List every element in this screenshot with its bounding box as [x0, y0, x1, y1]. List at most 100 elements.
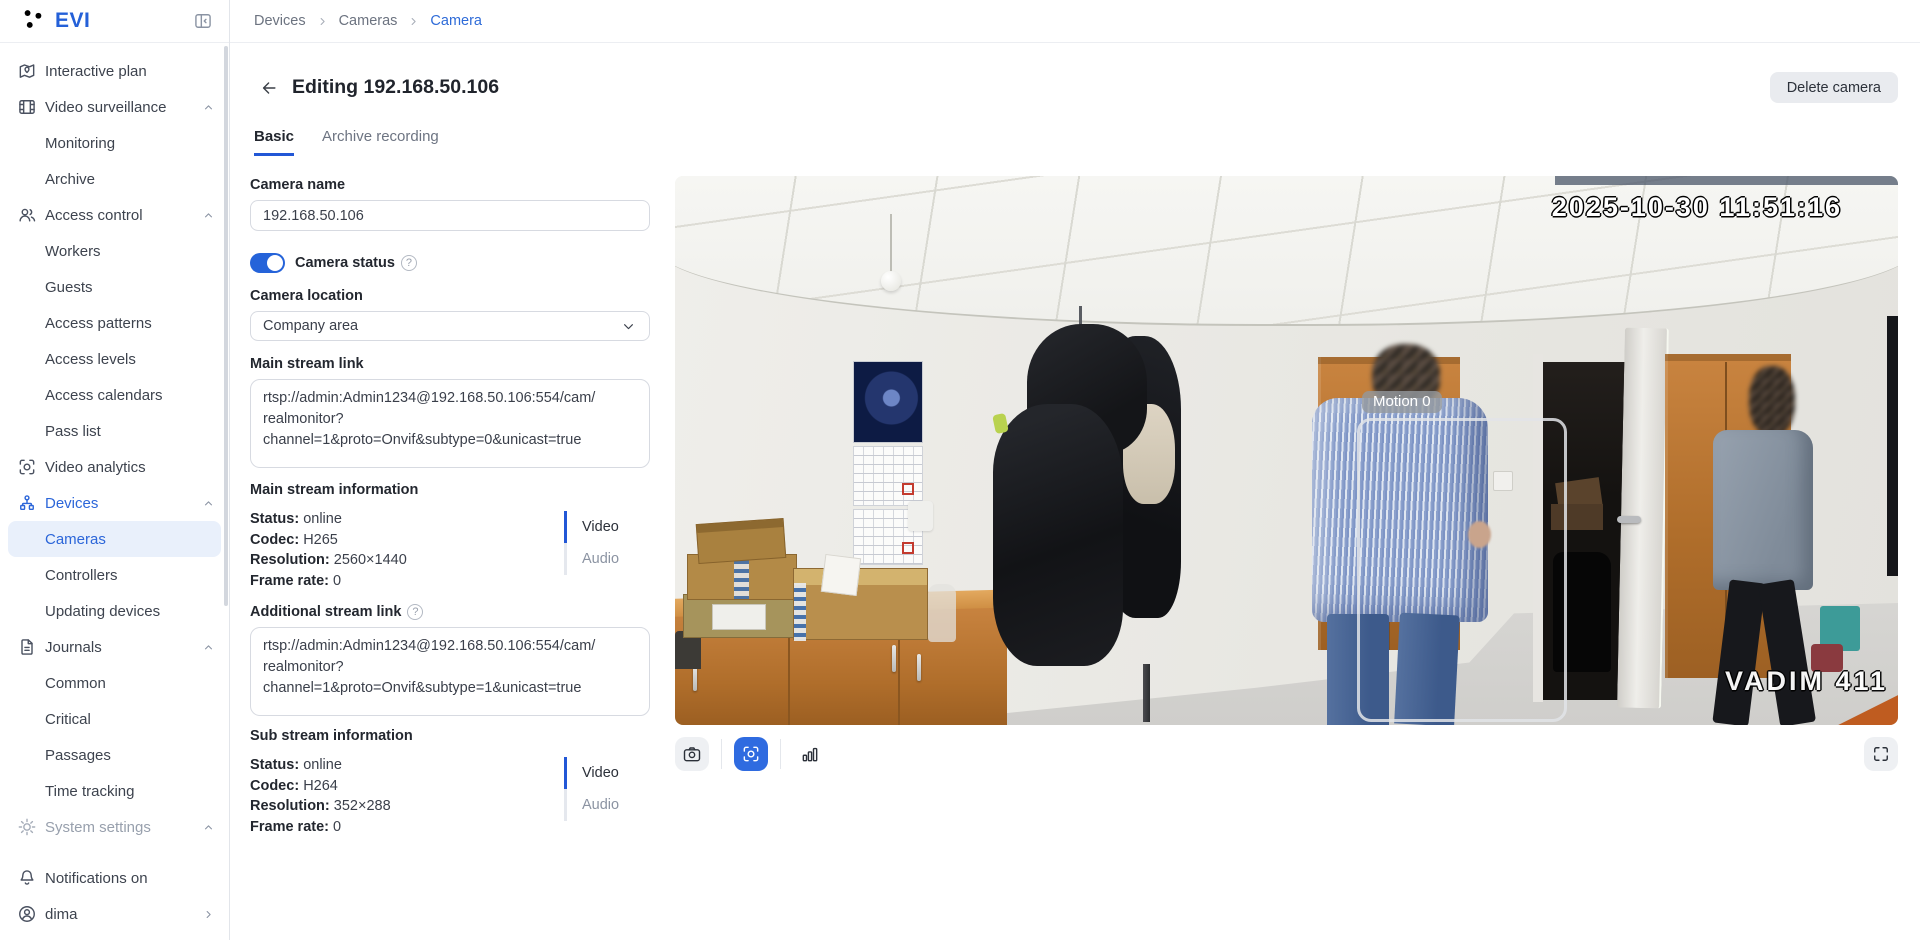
page-title: Editing 192.168.50.106	[292, 76, 500, 99]
gear-icon	[17, 817, 37, 837]
sidebar-item-access-patterns[interactable]: Access patterns	[0, 305, 229, 341]
sidebar-item-pass-list[interactable]: Pass list	[0, 413, 229, 449]
sidebar-item-video-analytics[interactable]: Video analytics	[0, 449, 229, 485]
video-timestamp-overlay: 2025-10-30 11:51:16	[1551, 192, 1842, 223]
info-row: Status: online	[250, 757, 342, 774]
sidebar-item-controllers[interactable]: Controllers	[0, 557, 229, 593]
people-icon	[17, 205, 37, 225]
main-stream-info-rows: Status: online Codec: H265 Resolution: 2…	[250, 509, 556, 591]
main-stream-info-title: Main stream information	[250, 482, 419, 499]
camera-form: Camera name Camera status ? Camera locat…	[250, 168, 650, 940]
sidebar-item-passages[interactable]: Passages	[0, 737, 229, 773]
sidebar-item-updating-devices[interactable]: Updating devices	[0, 593, 229, 629]
scene-jacket	[993, 404, 1123, 667]
camera-status-row: Camera status ?	[250, 253, 650, 274]
sidebar-item-system-settings[interactable]: System settings	[0, 809, 229, 845]
camera-status-toggle[interactable]	[250, 253, 285, 274]
main-area: Devices Cameras Camera Editing 192.168.5…	[230, 0, 1920, 940]
scene-coat-stand	[1143, 664, 1150, 723]
sidebar-item-video-surveillance[interactable]: Video surveillance	[0, 89, 229, 125]
tab-sub-audio[interactable]: Audio	[564, 789, 650, 822]
sidebar-header: EVI	[0, 0, 229, 43]
tab-basic[interactable]: Basic	[254, 128, 295, 157]
chevron-right-icon	[202, 908, 215, 921]
sidebar-item-journals[interactable]: Journals	[0, 629, 229, 665]
sub-stream-media-tabs: Video Audio	[564, 755, 650, 837]
main-stream-info: Status: online Codec: H265 Resolution: 2…	[250, 509, 650, 591]
sidebar-item-access-levels[interactable]: Access levels	[0, 341, 229, 377]
chevron-up-icon	[202, 821, 215, 834]
content: Camera name Camera status ? Camera locat…	[230, 156, 1920, 940]
scene-box	[683, 594, 801, 639]
sidebar-item-critical[interactable]: Critical	[0, 701, 229, 737]
page-header: Editing 192.168.50.106 Delete camera	[230, 43, 1920, 112]
chevron-up-icon	[202, 101, 215, 114]
sidebar-item-time-tracking[interactable]: Time tracking	[0, 773, 229, 809]
camera-live-view: Motion 0 2025-10-30 11:51:16 VADIM 411	[675, 176, 1898, 726]
sidebar-item-access-calendars[interactable]: Access calendars	[0, 377, 229, 413]
breadcrumb-devices[interactable]: Devices	[254, 13, 306, 29]
tab-main-audio[interactable]: Audio	[564, 543, 650, 576]
sidebar-item-devices[interactable]: Devices	[0, 485, 229, 521]
main-stream-link-input[interactable]: rtsp://admin:Admin1234@192.168.50.106:55…	[250, 379, 650, 469]
tab-archive-recording[interactable]: Archive recording	[322, 128, 439, 156]
sidebar-item-monitoring[interactable]: Monitoring	[0, 125, 229, 161]
analytics-overlay-button[interactable]	[734, 737, 768, 772]
sidebar-item-common[interactable]: Common	[0, 665, 229, 701]
scene-box	[695, 518, 787, 565]
sidebar-item-workers[interactable]: Workers	[0, 233, 229, 269]
camera-status-label: Camera status	[295, 255, 395, 272]
sub-stream-info: Status: online Codec: H264 Resolution: 3…	[250, 755, 650, 837]
sidebar-item-guests[interactable]: Guests	[0, 269, 229, 305]
back-button[interactable]	[254, 73, 284, 103]
info-row: Codec: H265	[250, 531, 338, 548]
film-icon	[17, 97, 37, 117]
additional-stream-link-label: Additional stream link ?	[250, 603, 650, 621]
info-row: Frame rate: 0	[250, 818, 342, 835]
fullscreen-button[interactable]	[1864, 737, 1898, 772]
scene-door-handle	[1617, 516, 1641, 524]
sidebar-item-interactive-plan[interactable]: Interactive plan	[0, 53, 229, 89]
tab-sub-video[interactable]: Video	[564, 757, 650, 790]
info-row: Status: online	[250, 511, 342, 528]
info-row: Codec: H264	[250, 777, 338, 794]
delete-camera-button[interactable]: Delete camera	[1769, 72, 1898, 104]
chevron-up-icon	[202, 641, 215, 654]
user-menu[interactable]: dima	[0, 896, 229, 932]
camera-name-input[interactable]	[250, 200, 650, 232]
snapshot-button[interactable]	[675, 737, 709, 772]
sub-stream-info-title: Sub stream information	[250, 728, 413, 745]
sidebar-footer: Notifications on dima	[0, 860, 229, 940]
sidebar-scrollbar[interactable]	[224, 46, 228, 606]
camera-name-label: Camera name	[250, 177, 346, 194]
notifications-toggle[interactable]: Notifications on	[0, 860, 229, 896]
sidebar-item-cameras[interactable]: Cameras	[8, 521, 221, 557]
sidebar-collapse-icon[interactable]	[193, 11, 213, 31]
app-logo-icon	[20, 6, 46, 37]
help-icon[interactable]: ?	[407, 604, 424, 621]
bell-icon	[17, 868, 37, 888]
help-icon[interactable]: ?	[400, 255, 417, 272]
sidebar-item-access-control[interactable]: Access control	[0, 197, 229, 233]
scene-monitor-edge	[1887, 316, 1898, 577]
scene-wall-calendar	[853, 361, 923, 566]
camera-location-select[interactable]: Company area	[250, 311, 650, 342]
tab-main-video[interactable]: Video	[564, 511, 650, 544]
scan-icon	[17, 457, 37, 477]
breadcrumb-cameras[interactable]: Cameras	[339, 13, 398, 29]
chevron-down-icon	[620, 318, 637, 335]
devices-hierarchy-icon	[17, 493, 37, 513]
user-circle-icon	[17, 904, 37, 924]
main-stream-media-tabs: Video Audio	[564, 509, 650, 591]
sidebar-item-archive[interactable]: Archive	[0, 161, 229, 197]
video-player: Motion 0 2025-10-30 11:51:16 VADIM 411	[675, 168, 1898, 940]
info-row: Resolution: 2560×1440	[250, 552, 407, 569]
additional-stream-link-input[interactable]: rtsp://admin:Admin1234@192.168.50.106:55…	[250, 627, 650, 717]
motion-detection-box	[1357, 418, 1567, 723]
scene-lamp	[881, 271, 901, 292]
app-logo-text: EVI	[55, 9, 91, 32]
camera-name-overlay: VADIM 411	[1725, 666, 1889, 697]
breadcrumb-camera[interactable]: Camera	[430, 13, 482, 29]
main-stream-link-label: Main stream link	[250, 356, 364, 373]
stream-stats-button[interactable]	[793, 737, 827, 771]
